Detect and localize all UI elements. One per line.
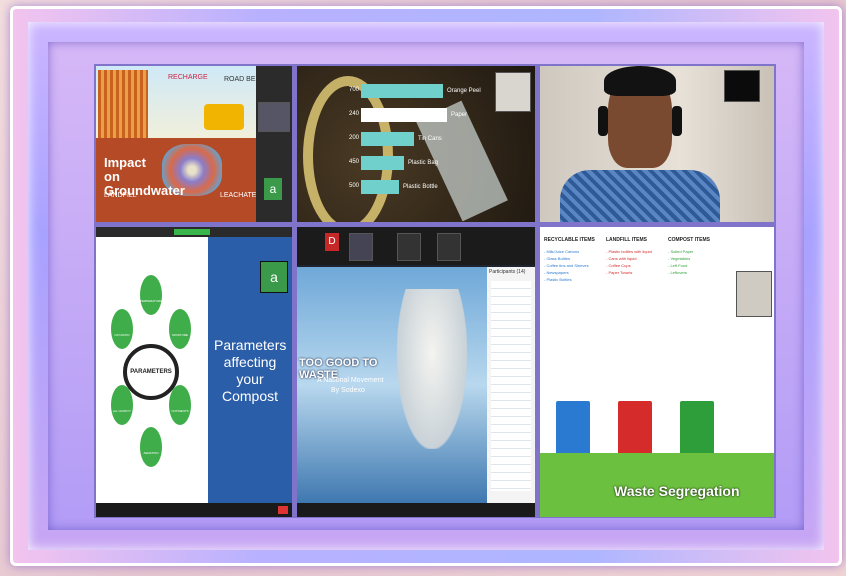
participants-list[interactable] [491,281,531,491]
column-item: - Vegetables [668,256,691,261]
column-item: - Plastic Bottles [544,277,572,282]
participant-video[interactable] [736,271,772,317]
zoom-top-bar [96,227,292,237]
bar [361,108,447,122]
banner-title: Waste Segregation [614,483,740,499]
column-item: - Leftovers [668,270,687,275]
tile-waste-segregation: RECYCLABLE ITEMS - Milk/Juice Cartons - Gl… [540,227,774,517]
participant-video[interactable] [397,233,421,261]
column-item: - Coffee tins and Sleeves [544,263,589,268]
participant-sidebar: a [256,66,292,222]
zoom-toolbar[interactable] [96,503,292,517]
column-item: - Soiled Paper [668,249,694,254]
bar [361,84,443,98]
column-item: - Cans with liquid [606,256,637,261]
bar-item-label: Plastic Bag [408,160,439,166]
headphone-right [672,106,682,136]
participant-strip: D [297,227,535,265]
slide-subtitle: A National Movement [317,377,384,384]
bar-item-label: Paper [451,112,468,118]
title-panel: Parameters affecting your Compost a [208,237,292,503]
slide-title: Parameters affecting your Compost [214,337,287,404]
tile-decomposition-slide: 700 Orange Peel 240 Paper 200 Tin Cans 450 Plas… [297,66,535,222]
trees-illustration [98,70,148,140]
polar-bear-image [397,289,467,449]
column-item: - Coffee Cups [606,263,631,268]
tile-speaker-video[interactable] [540,66,774,222]
participant-video[interactable] [349,233,373,261]
bar-year-label: 700 [349,87,360,93]
sharing-indicator [174,229,210,235]
tile-groundwater-slide: RECHARGE ROAD BED Impact on Groundwater … [96,66,292,222]
bar [361,156,404,170]
column-item: - Left Food [668,263,688,268]
participant-video[interactable] [437,233,461,261]
bar-year-label: 240 [349,111,360,117]
participant-video[interactable] [258,102,290,132]
end-meeting-button[interactable] [278,506,288,514]
bar-item-label: Plastic Bottle [403,184,438,190]
participant-video[interactable] [495,72,531,112]
column-heading: RECYCLABLE ITEMS [544,237,595,243]
column-item: - Milk/Juice Cartons [544,249,580,254]
windows-taskbar[interactable] [297,503,535,517]
column-item: - Plastic bottles with liquid [606,249,652,254]
column-heading: COMPOST ITEMS [668,237,710,243]
slide-byline: By Sodexo [331,387,365,394]
speaker-hair [604,66,676,96]
center-label: PARAMETERS [130,369,172,375]
bar-item-label: Orange Peel [447,88,481,94]
participants-panel[interactable]: Participants (14) [487,267,535,503]
column-heading: LANDFILL ITEMS [606,237,648,243]
participant-avatar[interactable]: a [264,178,282,200]
parameter-petal-label: AERATION [143,451,159,455]
bar-year-label: 200 [349,135,360,141]
bar-item-label: Tin Cans [418,136,442,142]
bar [361,180,399,194]
self-view-video[interactable] [724,70,760,102]
speaker-shirt [560,170,720,222]
column-item: - Newspapers [544,270,569,275]
leachate-label: LEACHATE [220,192,257,199]
parameter-petal-label: NUTRIENTS [171,409,189,413]
landfill-label: LANDFILL [104,192,137,199]
presenter-avatar[interactable]: D [325,233,339,251]
polar-bear-slide: TOO GOOD TO WASTE A National Movement By… [297,267,487,503]
participant-avatar[interactable]: a [260,261,288,293]
tile-too-good-to-waste: D TOO GOOD TO WASTE A National Movement … [297,227,535,517]
parameter-petal-label: C/N RATIO [114,333,130,337]
tile-parameters-slide: PARAMETERS Parameters affecting your Com… [96,227,292,517]
column-item: - Glass Bottles [544,256,571,261]
parameter-petal-label: TEMPERATURE [139,299,163,303]
bar [361,132,414,146]
parameter-petal-label: pH / ACIDITY [112,409,131,413]
headphone-left [598,106,608,136]
column-item: - Paper Towels [606,270,633,275]
bar-year-label: 450 [349,159,360,165]
bar-year-label: 500 [349,183,360,189]
recharge-label: RECHARGE [168,74,208,81]
bulldozer-illustration [204,104,244,130]
parameter-petal-label: MOISTURE [172,333,188,337]
participants-title: Participants (14) [489,269,526,275]
